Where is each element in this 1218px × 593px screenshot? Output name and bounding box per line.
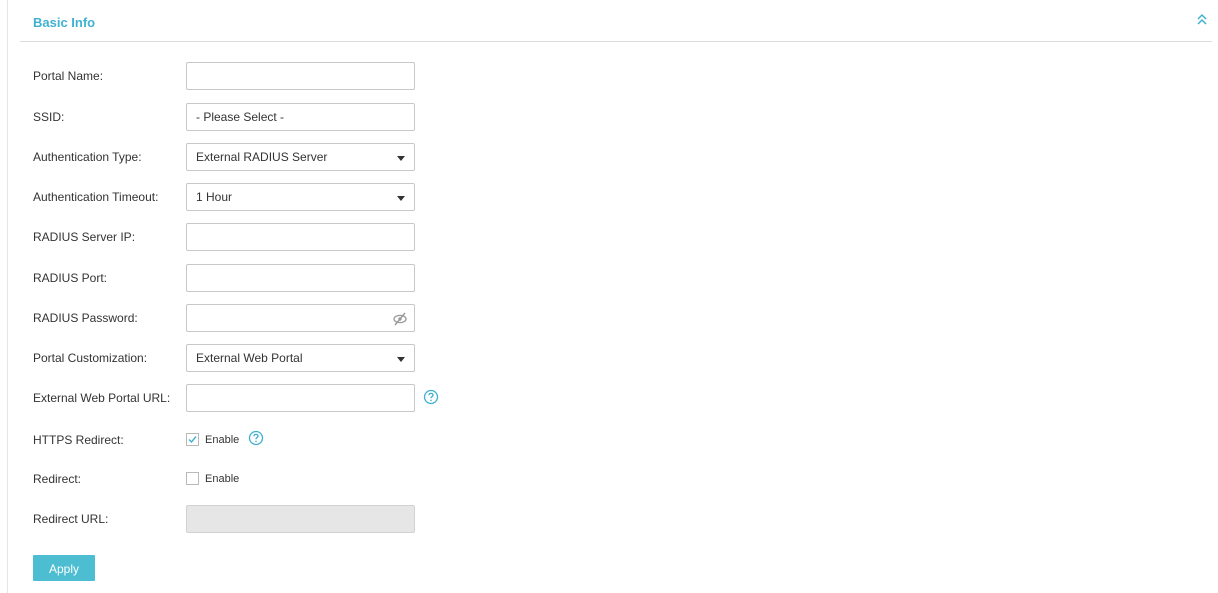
caret-down-icon	[397, 357, 405, 362]
https-redirect-checkbox[interactable]	[186, 433, 199, 446]
basic-info-header[interactable]: Basic Info	[20, 5, 1212, 42]
help-icon[interactable]	[423, 389, 439, 405]
radius-port-input[interactable]	[186, 264, 415, 292]
https-redirect-enable-label[interactable]: Enable	[205, 434, 239, 446]
panel-border	[7, 0, 8, 593]
help-icon[interactable]	[248, 430, 264, 446]
auth-timeout-select[interactable]: 1 Hour	[186, 183, 415, 211]
portal-customization-value: External Web Portal	[196, 351, 303, 365]
auth-type-value: External RADIUS Server	[196, 150, 328, 164]
radius-ip-label: RADIUS Server IP:	[33, 230, 136, 244]
section-title: Basic Info	[33, 15, 96, 30]
portal-name-label: Portal Name:	[33, 69, 104, 83]
auth-type-label: Authentication Type:	[33, 150, 142, 164]
auth-timeout-value: 1 Hour	[196, 190, 233, 204]
redirect-url-input[interactable]	[186, 505, 415, 533]
apply-button[interactable]: Apply	[33, 555, 95, 581]
redirect-enable-label[interactable]: Enable	[205, 473, 239, 485]
page: Basic Info Portal Name: SSID: - Please S…	[0, 0, 1218, 593]
external-url-input[interactable]	[186, 384, 415, 412]
ssid-value: - Please Select -	[196, 110, 285, 124]
external-url-label: External Web Portal URL:	[33, 391, 171, 405]
portal-customization-label: Portal Customization:	[33, 351, 148, 365]
radius-ip-input[interactable]	[186, 223, 415, 251]
eye-slash-icon[interactable]	[392, 311, 408, 327]
auth-type-select[interactable]: External RADIUS Server	[186, 143, 415, 171]
portal-name-input[interactable]	[186, 62, 415, 90]
radius-password-label: RADIUS Password:	[33, 311, 138, 325]
redirect-url-label: Redirect URL:	[33, 512, 109, 526]
checkmark-icon	[188, 436, 197, 444]
redirect-checkbox[interactable]	[186, 472, 199, 485]
caret-down-icon	[397, 196, 405, 201]
ssid-select[interactable]: - Please Select -	[186, 103, 415, 131]
ssid-label: SSID:	[33, 110, 65, 124]
double-chevron-up-icon[interactable]	[1196, 13, 1208, 27]
https-redirect-label: HTTPS Redirect:	[33, 433, 124, 447]
auth-timeout-label: Authentication Timeout:	[33, 190, 159, 204]
radius-password-input[interactable]	[186, 304, 415, 332]
redirect-label: Redirect:	[33, 472, 82, 486]
portal-customization-select[interactable]: External Web Portal	[186, 344, 415, 372]
caret-down-icon	[397, 156, 405, 161]
radius-port-label: RADIUS Port:	[33, 271, 108, 285]
